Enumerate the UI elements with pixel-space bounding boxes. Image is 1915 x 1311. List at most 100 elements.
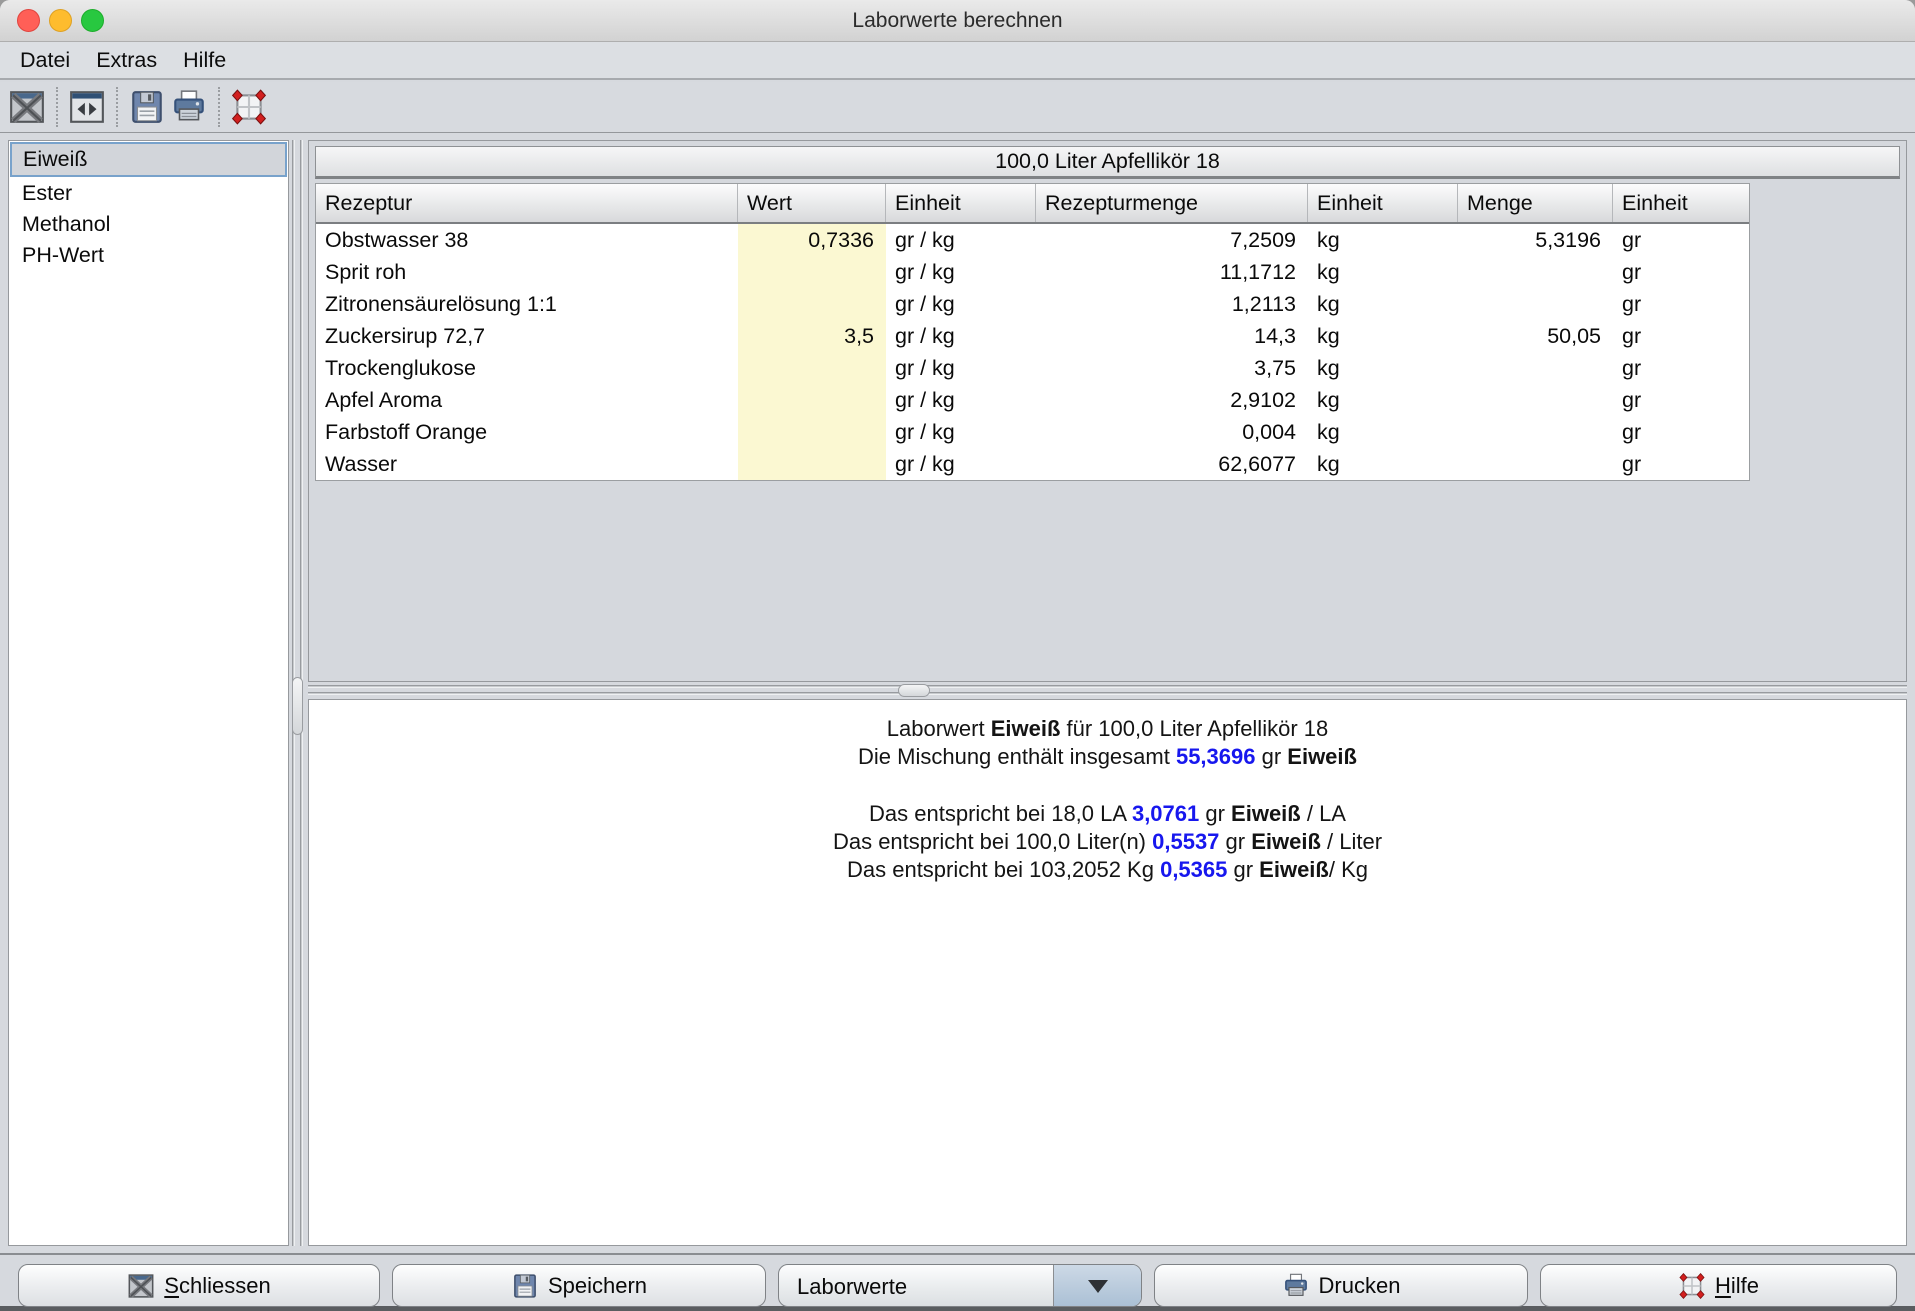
table-row[interactable]: Farbstoff Orange gr / kg 0,004 kg gr — [316, 416, 1749, 448]
cell-einheit: kg — [1308, 224, 1458, 256]
table-row[interactable]: Apfel Aroma gr / kg 2,9102 kg gr — [316, 384, 1749, 416]
cell-einheit: kg — [1308, 320, 1458, 352]
results-line-4: Das entspricht bei 100,0 Liter(n) 0,5537… — [309, 828, 1906, 856]
column-header-rezepturmenge[interactable]: Rezepturmenge — [1036, 184, 1308, 222]
toolbar-grid-button[interactable] — [228, 86, 270, 128]
cell-rezeptur: Zuckersirup 72,7 — [316, 320, 738, 352]
laborwerte-combobox[interactable]: Laborwerte — [778, 1264, 1142, 1307]
cell-wert-input[interactable] — [738, 256, 886, 288]
toolbar-close-window-button[interactable] — [6, 86, 48, 128]
sidebar-item-eiweiss[interactable]: Eiweiß — [10, 142, 287, 177]
print-icon — [1282, 1272, 1310, 1300]
cell-einheit: kg — [1308, 416, 1458, 448]
speichern-button[interactable]: Speichern — [392, 1264, 766, 1307]
sidebar-item-methanol[interactable]: Methanol — [9, 209, 288, 240]
vertical-splitter-handle[interactable] — [292, 677, 303, 735]
cell-wert-input[interactable] — [738, 416, 886, 448]
cell-rezeptur: Zitronensäurelösung 1:1 — [316, 288, 738, 320]
toolbar-save-button[interactable] — [126, 86, 168, 128]
grid-red-icon — [1678, 1272, 1706, 1300]
cell-einheit: gr / kg — [886, 416, 1036, 448]
column-header-einheit-1[interactable]: Einheit — [886, 184, 1036, 222]
toolbar-toggle-panel-button[interactable] — [66, 86, 108, 128]
cell-wert-input[interactable] — [738, 384, 886, 416]
cell-einheit: gr — [1613, 448, 1749, 480]
cell-einheit: gr / kg — [886, 384, 1036, 416]
table-row[interactable]: Trockenglukose gr / kg 3,75 kg gr — [316, 352, 1749, 384]
combobox-arrow-button[interactable] — [1053, 1265, 1141, 1307]
column-header-rezeptur[interactable]: Rezeptur — [316, 184, 738, 222]
table-row[interactable]: Zitronensäurelösung 1:1 gr / kg 1,2113 k… — [316, 288, 1749, 320]
cell-wert-input[interactable] — [738, 288, 886, 320]
cell-einheit: gr — [1613, 384, 1749, 416]
cell-rezepturmenge: 3,75 — [1036, 352, 1308, 384]
close-window-icon — [8, 88, 46, 126]
cell-rezeptur: Trockenglukose — [316, 352, 738, 384]
cell-einheit: gr / kg — [886, 256, 1036, 288]
splitter-ridge — [308, 692, 1907, 695]
cell-rezepturmenge: 2,9102 — [1036, 384, 1308, 416]
cell-rezepturmenge: 0,004 — [1036, 416, 1308, 448]
drucken-button[interactable]: Drucken — [1154, 1264, 1528, 1307]
results-line-2: Die Mischung enthält insgesamt 55,3696 g… — [309, 743, 1906, 771]
cell-rezeptur: Obstwasser 38 — [316, 224, 738, 256]
labvalue-list: Eiweiß Ester Methanol PH-Wert — [8, 140, 289, 1246]
cell-einheit: gr — [1613, 320, 1749, 352]
splitter-ridge — [308, 685, 1907, 688]
schliessen-button[interactable]: Schliessen — [18, 1264, 380, 1307]
cell-wert-input[interactable] — [738, 352, 886, 384]
vertical-splitter[interactable] — [289, 140, 308, 1246]
cell-rezepturmenge: 7,2509 — [1036, 224, 1308, 256]
combobox-value: Laborwerte — [797, 1265, 907, 1307]
column-header-menge[interactable]: Menge — [1458, 184, 1613, 222]
sidebar-item-ester[interactable]: Ester — [9, 178, 288, 209]
footer-bar: Schliessen Speichern Laborwerte Drucken … — [0, 1253, 1915, 1311]
column-header-einheit-2[interactable]: Einheit — [1308, 184, 1458, 222]
cell-rezeptur: Farbstoff Orange — [316, 416, 738, 448]
horizontal-splitter[interactable] — [308, 682, 1907, 699]
table-row[interactable]: Obstwasser 38 0,7336 gr / kg 7,2509 kg 5… — [316, 224, 1749, 256]
application-window: Laborwerte berechnen Datei Extras Hilfe … — [0, 0, 1915, 1311]
toolbar-separator — [116, 87, 118, 127]
cell-wert-input[interactable]: 0,7336 — [738, 224, 886, 256]
column-header-wert[interactable]: Wert — [738, 184, 886, 222]
cell-menge — [1458, 448, 1613, 480]
menu-extras[interactable]: Extras — [83, 41, 170, 79]
cell-einheit: kg — [1308, 288, 1458, 320]
sidebar-item-ph-wert[interactable]: PH-Wert — [9, 240, 288, 271]
cell-einheit: gr / kg — [886, 320, 1036, 352]
recipe-header: 100,0 Liter Apfellikör 18 — [315, 146, 1900, 179]
close-window-icon — [127, 1272, 155, 1300]
table-row[interactable]: Wasser gr / kg 62,6077 kg gr — [316, 448, 1749, 480]
cell-einheit: gr / kg — [886, 352, 1036, 384]
cell-menge — [1458, 384, 1613, 416]
cell-einheit: gr / kg — [886, 288, 1036, 320]
toolbar — [0, 82, 1915, 133]
cell-wert-input[interactable] — [738, 448, 886, 480]
horizontal-splitter-handle[interactable] — [898, 684, 930, 697]
toolbar-print-button[interactable] — [168, 86, 210, 128]
cell-menge — [1458, 352, 1613, 384]
column-header-einheit-3[interactable]: Einheit — [1613, 184, 1749, 222]
results-spacer — [309, 771, 1906, 800]
cell-rezepturmenge: 1,2113 — [1036, 288, 1308, 320]
cell-rezeptur: Sprit roh — [316, 256, 738, 288]
table-row[interactable]: Sprit roh gr / kg 11,1712 kg gr — [316, 256, 1749, 288]
cell-einheit: kg — [1308, 256, 1458, 288]
hilfe-button[interactable]: Hilfe — [1540, 1264, 1897, 1307]
cell-menge: 50,05 — [1458, 320, 1613, 352]
menubar: Datei Extras Hilfe — [0, 42, 1915, 80]
cell-rezepturmenge: 14,3 — [1036, 320, 1308, 352]
cell-einheit: kg — [1308, 384, 1458, 416]
menu-datei[interactable]: Datei — [20, 41, 83, 79]
menu-hilfe[interactable]: Hilfe — [170, 41, 239, 79]
cell-wert-input[interactable]: 3,5 — [738, 320, 886, 352]
table-row[interactable]: Zuckersirup 72,7 3,5 gr / kg 14,3 kg 50,… — [316, 320, 1749, 352]
speichern-label: Speichern — [548, 1273, 647, 1299]
recipe-table: Rezeptur Wert Einheit Rezepturmenge Einh… — [315, 183, 1750, 481]
toolbar-separator — [218, 87, 220, 127]
recipe-panel: 100,0 Liter Apfellikör 18 Rezeptur Wert … — [308, 140, 1907, 682]
cell-einheit: kg — [1308, 448, 1458, 480]
titlebar: Laborwerte berechnen — [0, 0, 1915, 42]
results-line-3: Das entspricht bei 18,0 LA 3,0761 gr Eiw… — [309, 800, 1906, 828]
